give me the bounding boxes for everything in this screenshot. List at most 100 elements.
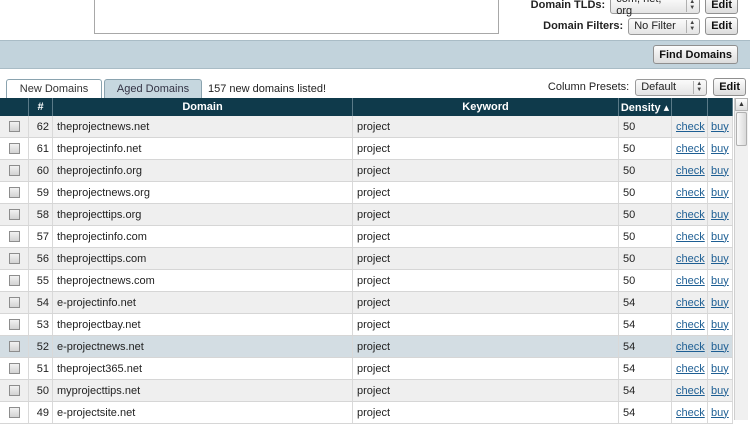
header-number[interactable]: # [29, 98, 53, 116]
buy-link[interactable]: buy [711, 121, 729, 133]
row-checkbox[interactable] [8, 121, 20, 132]
vertical-scrollbar[interactable]: ▲ [734, 98, 748, 420]
header-density[interactable]: Density ▴ [619, 98, 672, 116]
table-row[interactable]: 59 theprojectnews.org project 50 check buy [0, 182, 733, 204]
buy-link[interactable]: buy [711, 319, 729, 331]
presets-select[interactable]: Default ▲ ▼ [635, 78, 708, 96]
row-buy-cell: buy [708, 336, 733, 357]
check-link[interactable]: check [676, 363, 705, 375]
row-checkbox[interactable] [8, 165, 20, 176]
filter-select[interactable]: No Filter ▲ ▼ [628, 17, 701, 35]
row-keyword: project [353, 138, 619, 159]
row-density: 54 [619, 314, 672, 335]
row-checkbox[interactable] [8, 253, 20, 264]
row-number: 57 [29, 226, 53, 247]
buy-link[interactable]: buy [711, 297, 729, 309]
check-link[interactable]: check [676, 253, 705, 265]
tab-new-domains[interactable]: New Domains [6, 79, 102, 98]
row-buy-cell: buy [708, 182, 733, 203]
tab-aged-domains[interactable]: Aged Domains [104, 79, 202, 98]
check-link[interactable]: check [676, 407, 705, 419]
row-select-cell [0, 314, 29, 335]
row-buy-cell: buy [708, 160, 733, 181]
buy-link[interactable]: buy [711, 231, 729, 243]
row-domain: theprojectinfo.org [53, 160, 353, 181]
table-row[interactable]: 62 theprojectnews.net project 50 check buy [0, 116, 733, 138]
buy-link[interactable]: buy [711, 407, 729, 419]
table-row[interactable]: 52 e-projectnews.net project 54 check buy [0, 336, 733, 358]
header-domain[interactable]: Domain [53, 98, 353, 116]
tld-select[interactable]: com, net, org ▲▼ [610, 0, 701, 17]
row-checkbox[interactable] [8, 385, 20, 396]
header-keyword[interactable]: Keyword [353, 98, 619, 116]
buy-link[interactable]: buy [711, 385, 729, 397]
table-row[interactable]: 56 theprojecttips.com project 50 check buy [0, 248, 733, 270]
buy-link[interactable]: buy [711, 363, 729, 375]
row-number: 54 [29, 292, 53, 313]
table-row[interactable]: 53 theprojectbay.net project 54 check buy [0, 314, 733, 336]
check-link[interactable]: check [676, 341, 705, 353]
check-link[interactable]: check [676, 165, 705, 177]
buy-link[interactable]: buy [711, 187, 729, 199]
table-row[interactable]: 58 theprojecttips.org project 50 check buy [0, 204, 733, 226]
row-number: 55 [29, 270, 53, 291]
check-link[interactable]: check [676, 121, 705, 133]
buy-link[interactable]: buy [711, 165, 729, 177]
table-row[interactable]: 49 e-projectsite.net project 54 check buy [0, 402, 733, 424]
row-checkbox[interactable] [8, 319, 20, 330]
row-density: 50 [619, 160, 672, 181]
row-check-cell: check [672, 226, 708, 247]
table-row[interactable]: 57 theprojectinfo.com project 50 check buy [0, 226, 733, 248]
filter-edit-button[interactable]: Edit [705, 17, 738, 35]
row-checkbox[interactable] [8, 143, 20, 154]
row-buy-cell: buy [708, 314, 733, 335]
row-checkbox[interactable] [8, 341, 20, 352]
table-row[interactable]: 51 theproject365.net project 54 check buy [0, 358, 733, 380]
table-row[interactable]: 60 theprojectinfo.org project 50 check buy [0, 160, 733, 182]
check-link[interactable]: check [676, 319, 705, 331]
check-link[interactable]: check [676, 231, 705, 243]
buy-link[interactable]: buy [711, 275, 729, 287]
table-row[interactable]: 55 theprojectnews.com project 50 check buy [0, 270, 733, 292]
buy-link[interactable]: buy [711, 341, 729, 353]
row-checkbox[interactable] [8, 407, 20, 418]
table-row[interactable]: 50 myprojecttips.net project 54 check buy [0, 380, 733, 402]
row-check-cell: check [672, 160, 708, 181]
row-checkbox[interactable] [8, 297, 20, 308]
row-check-cell: check [672, 248, 708, 269]
filter-control-row: Domain Filters: No Filter ▲ ▼ Edit [543, 17, 738, 35]
table-row[interactable]: 61 theprojectinfo.net project 50 check buy [0, 138, 733, 160]
table-row[interactable]: 54 e-projectinfo.net project 54 check buy [0, 292, 733, 314]
check-link[interactable]: check [676, 187, 705, 199]
row-number: 56 [29, 248, 53, 269]
row-checkbox[interactable] [8, 209, 20, 220]
check-link[interactable]: check [676, 297, 705, 309]
row-checkbox[interactable] [8, 187, 20, 198]
row-check-cell: check [672, 292, 708, 313]
check-link[interactable]: check [676, 275, 705, 287]
buy-link[interactable]: buy [711, 143, 729, 155]
scroll-thumb[interactable] [736, 112, 747, 146]
row-checkbox[interactable] [8, 231, 20, 242]
row-checkbox[interactable] [8, 363, 20, 374]
tld-edit-button[interactable]: Edit [705, 0, 738, 14]
scroll-up-icon[interactable]: ▲ [735, 98, 748, 111]
keywords-textarea[interactable] [94, 0, 499, 34]
row-keyword: project [353, 314, 619, 335]
buy-link[interactable]: buy [711, 253, 729, 265]
row-domain: theprojectnews.net [53, 116, 353, 137]
row-check-cell: check [672, 336, 708, 357]
check-link[interactable]: check [676, 385, 705, 397]
check-link[interactable]: check [676, 209, 705, 221]
presets-edit-button[interactable]: Edit [713, 78, 746, 96]
row-domain: e-projectnews.net [53, 336, 353, 357]
row-number: 53 [29, 314, 53, 335]
buy-link[interactable]: buy [711, 209, 729, 221]
row-checkbox[interactable] [8, 275, 20, 286]
table-header: # Domain Keyword Density ▴ [0, 98, 733, 116]
row-check-cell: check [672, 358, 708, 379]
header-check [672, 98, 708, 116]
find-domains-button[interactable]: Find Domains [653, 45, 738, 64]
row-domain: theprojectinfo.com [53, 226, 353, 247]
check-link[interactable]: check [676, 143, 705, 155]
